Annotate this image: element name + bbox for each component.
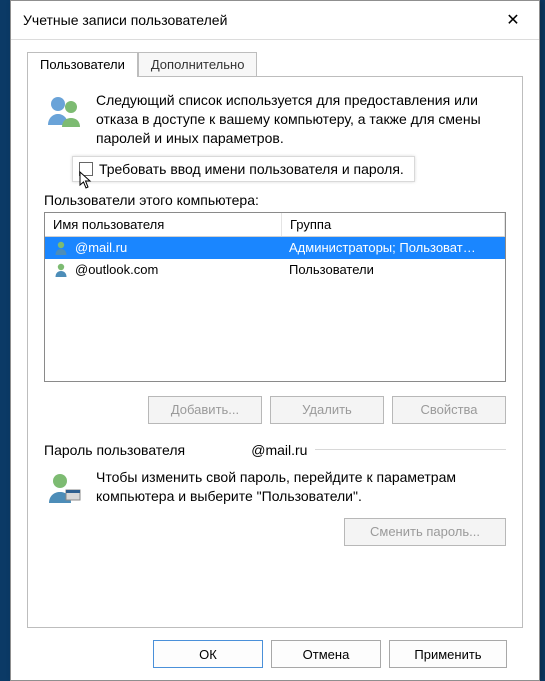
- checkbox-label: Требовать ввод имени пользователя и паро…: [99, 161, 404, 177]
- cancel-button[interactable]: Отмена: [271, 640, 381, 668]
- row-username: @mail.ru: [75, 240, 127, 255]
- intro-text: Следующий список используется для предос…: [96, 91, 506, 148]
- users-list-label: Пользователи этого компьютера:: [44, 192, 506, 208]
- tab-users[interactable]: Пользователи: [27, 52, 138, 77]
- listview-header: Имя пользователя Группа: [45, 213, 505, 237]
- properties-button[interactable]: Свойства: [392, 396, 506, 424]
- password-hint-text: Чтобы изменить свой пароль, перейдите к …: [96, 468, 506, 508]
- row-username: @outlook.com: [75, 262, 158, 277]
- remove-button[interactable]: Удалить: [270, 396, 384, 424]
- add-button[interactable]: Добавить...: [148, 396, 262, 424]
- row-group: Пользователи: [289, 262, 374, 277]
- list-item[interactable]: @mail.ru Администраторы; Пользоват…: [45, 237, 505, 259]
- user-accounts-dialog: Учетные записи пользователей ✕ Пользоват…: [10, 0, 540, 681]
- users-icon: [44, 91, 84, 131]
- tabs-bar: Пользователи Дополнительно: [27, 50, 523, 76]
- password-group-label: Пароль пользователя @mail.ru: [44, 442, 506, 458]
- column-group[interactable]: Группа: [282, 213, 505, 236]
- change-password-button[interactable]: Сменить пароль...: [344, 518, 506, 546]
- titlebar: Учетные записи пользователей ✕: [11, 1, 539, 40]
- row-group: Администраторы; Пользоват…: [289, 240, 476, 255]
- require-credentials-checkbox[interactable]: Требовать ввод имени пользователя и паро…: [72, 156, 415, 182]
- column-username[interactable]: Имя пользователя: [45, 213, 282, 236]
- dialog-footer: ОК Отмена Применить: [27, 628, 523, 680]
- user-icon: [53, 262, 69, 278]
- close-button[interactable]: ✕: [493, 6, 533, 34]
- cursor-icon: [79, 171, 93, 189]
- window-title: Учетные записи пользователей: [23, 12, 493, 28]
- tab-pane-users: Следующий список используется для предос…: [27, 76, 523, 628]
- apply-button[interactable]: Применить: [389, 640, 507, 668]
- password-user-icon: [44, 468, 84, 508]
- user-icon: [53, 240, 69, 256]
- ok-button[interactable]: ОК: [153, 640, 263, 668]
- tab-advanced[interactable]: Дополнительно: [138, 52, 258, 76]
- users-listview[interactable]: Имя пользователя Группа @mail.ru Админис…: [44, 212, 506, 382]
- list-item[interactable]: @outlook.com Пользователи: [45, 259, 505, 281]
